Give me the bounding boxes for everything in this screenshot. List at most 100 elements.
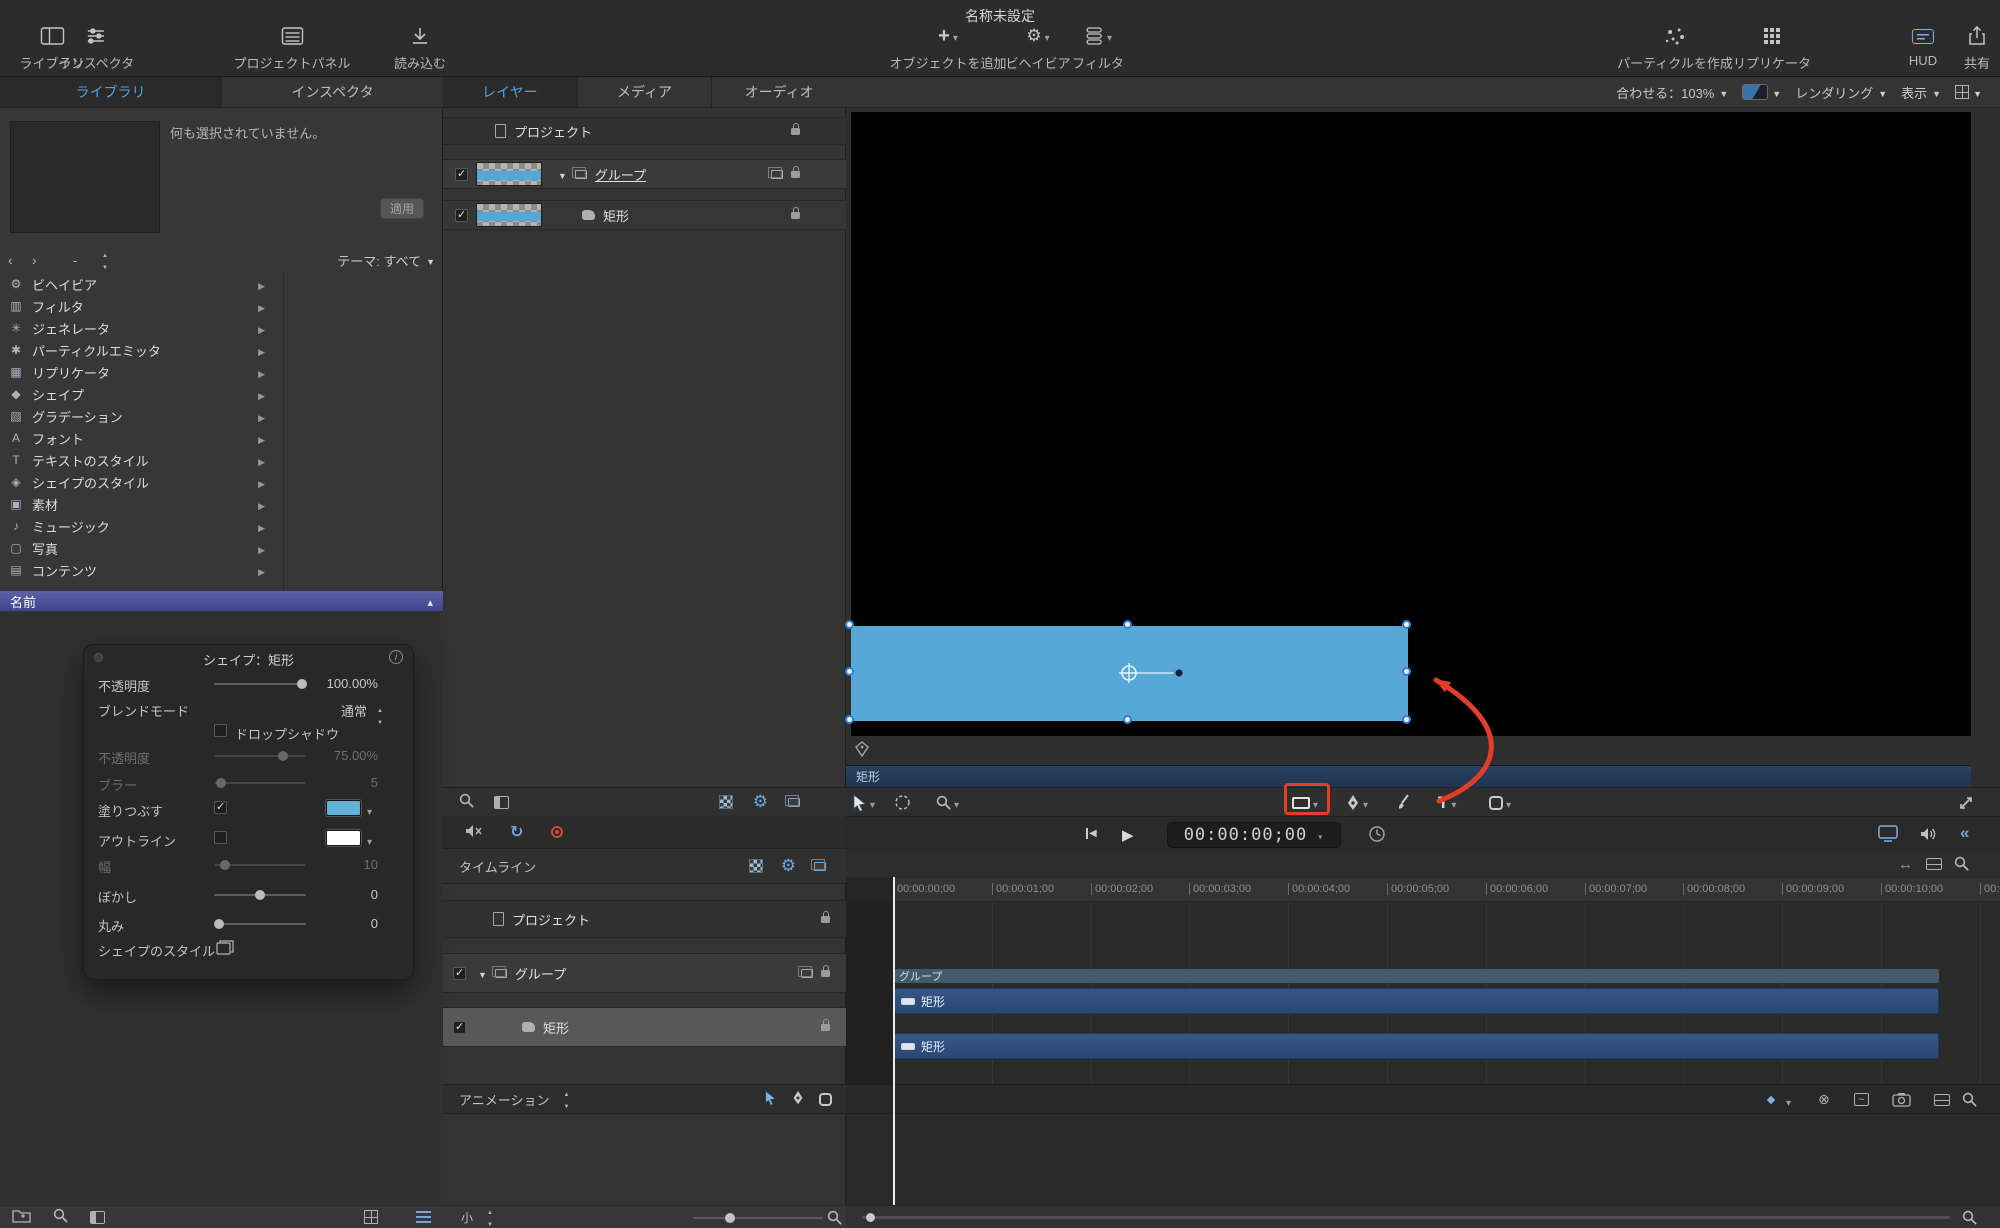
layers-group-row[interactable]: グループ <box>443 159 846 189</box>
mini-timeline-bar[interactable]: 矩形 <box>846 765 1971 787</box>
pen-icon[interactable] <box>791 1090 805 1109</box>
library-category-text-styles[interactable]: Tテキストのスタイル <box>0 449 283 471</box>
keyframe-box-icon[interactable] <box>819 1093 832 1106</box>
inspector-toolbar-button[interactable]: インスペクタ <box>58 22 134 72</box>
film-icon[interactable] <box>1934 1094 1950 1106</box>
library-category-materials[interactable]: ▣素材 <box>0 493 283 515</box>
snapping-icon[interactable] <box>1898 856 1913 873</box>
zoom-icon[interactable] <box>1962 1092 1977 1110</box>
selection-handle[interactable] <box>1123 620 1132 629</box>
save-frame-icon[interactable] <box>1878 825 1898 845</box>
library-category-filters[interactable]: ▥フィルタ <box>0 295 283 317</box>
layers-rect-row[interactable]: 矩形 <box>443 200 846 230</box>
channel-color-well[interactable] <box>1742 84 1781 100</box>
theme-filter-dropdown[interactable]: テーマ: すべて <box>337 251 435 270</box>
rectangle-tool[interactable] <box>1292 788 1318 817</box>
roundness-knob[interactable] <box>214 919 224 929</box>
marker-tag-icon[interactable] <box>854 741 870 760</box>
group-visibility-checkbox[interactable] <box>453 967 466 980</box>
lock-icon[interactable] <box>821 1024 830 1031</box>
isolate-icon[interactable] <box>801 969 813 978</box>
chevron-down-icon[interactable] <box>1786 1093 1791 1109</box>
library-category-shape-styles[interactable]: ◈シェイプのスタイル <box>0 471 283 493</box>
filter-panel-icon[interactable] <box>494 796 509 809</box>
zoom-tool[interactable] <box>936 788 959 817</box>
layers-stack-icon[interactable] <box>814 862 826 871</box>
loop-region-icon[interactable] <box>1960 823 1969 843</box>
lock-icon[interactable] <box>791 128 800 135</box>
search-icon[interactable] <box>53 1208 68 1226</box>
zoom-icon[interactable] <box>1954 856 1969 874</box>
clear-filter-icon[interactable] <box>1818 1091 1830 1108</box>
new-folder-icon[interactable] <box>12 1208 31 1226</box>
add-object-button[interactable]: オブジェクトを追加 <box>889 22 1006 72</box>
lock-icon[interactable] <box>791 212 800 219</box>
isolate-icon[interactable] <box>771 170 783 179</box>
transparency-checker-icon[interactable] <box>719 795 733 809</box>
zoom-icon[interactable] <box>1962 1210 1977 1228</box>
library-category-gradients[interactable]: ▧グラデーション <box>0 405 283 427</box>
selection-handle[interactable] <box>1402 620 1411 629</box>
zoom-icon[interactable] <box>827 1210 842 1228</box>
tab-audio[interactable]: オーディオ <box>712 77 846 107</box>
selection-handle[interactable] <box>845 620 854 629</box>
info-icon[interactable] <box>389 650 403 664</box>
adjust-item-tool[interactable] <box>894 788 911 817</box>
library-category-behaviors[interactable]: ⚙ビヘイビア <box>0 273 283 295</box>
selection-handle[interactable] <box>845 667 854 676</box>
share-button[interactable]: 共有 <box>1964 22 1990 72</box>
tab-library[interactable]: ライブラリ <box>0 77 222 107</box>
search-icon[interactable] <box>459 793 474 811</box>
rect-visibility-checkbox[interactable] <box>455 209 468 222</box>
fullscreen-toggle[interactable] <box>1958 788 1974 817</box>
outline-color-swatch[interactable] <box>326 830 361 846</box>
gear-icon[interactable] <box>781 856 796 876</box>
forward-arrow-icon[interactable]: › <box>32 252 58 268</box>
project-panel-button[interactable]: プロジェクトパネル <box>233 22 350 72</box>
text-tool[interactable] <box>1438 788 1456 817</box>
shape-style-preset-icon[interactable] <box>216 939 234 958</box>
group-visibility-checkbox[interactable] <box>455 168 468 181</box>
behaviors-button[interactable]: ビヘイビア <box>1005 22 1070 72</box>
loop-playback-icon[interactable] <box>510 822 523 842</box>
canvas-viewport[interactable] <box>851 112 1971 736</box>
disclosure-triangle-icon[interactable] <box>478 965 487 981</box>
selection-handle[interactable] <box>1123 715 1132 724</box>
make-particles-button[interactable]: パーティクルを作成 <box>1617 22 1733 72</box>
view-dropdown[interactable]: 表示 <box>1901 83 1941 102</box>
library-category-generators[interactable]: ✳ジェネレータ <box>0 317 283 339</box>
stepper-control[interactable] <box>563 1088 569 1111</box>
play-button[interactable] <box>1122 826 1134 844</box>
back-arrow-icon[interactable]: ‹ <box>8 252 32 268</box>
fill-color-swatch[interactable] <box>326 800 361 816</box>
transparency-checker-icon[interactable] <box>749 859 763 873</box>
stepper-control[interactable] <box>487 1206 493 1228</box>
timeline-project-row[interactable]: プロジェクト <box>443 900 846 938</box>
timeline-bar-rect-1[interactable]: 矩形 <box>893 988 1939 1014</box>
timeline-tracks[interactable]: グループ 矩形 矩形 <box>846 902 2000 1084</box>
timeline-ruler[interactable]: 00:00:00;00 00:00:01;00 00:00:02;00 00:0… <box>846 877 2000 902</box>
lock-icon[interactable] <box>791 171 800 178</box>
speaker-icon[interactable] <box>1920 827 1937 844</box>
apply-button[interactable]: 適用 <box>380 198 424 219</box>
replicator-button[interactable]: リプリケータ <box>1733 22 1811 72</box>
feather-knob[interactable] <box>255 890 265 900</box>
rect-visibility-checkbox[interactable] <box>453 1021 466 1034</box>
select-transform-tool[interactable] <box>852 788 875 817</box>
film-icon[interactable] <box>1926 858 1942 870</box>
mask-tool[interactable] <box>1489 788 1511 817</box>
scrollbar-handle[interactable] <box>866 1213 875 1222</box>
chevron-down-icon[interactable] <box>367 832 372 848</box>
record-icon[interactable] <box>551 826 563 838</box>
group-row-label[interactable]: グループ <box>595 165 646 184</box>
opacity-slider-knob[interactable] <box>297 679 307 689</box>
grid-view-icon[interactable] <box>364 1210 378 1224</box>
selection-handle[interactable] <box>1402 667 1411 676</box>
layout-grid-dropdown[interactable] <box>1955 85 1982 100</box>
drop-shadow-checkbox[interactable] <box>214 724 227 737</box>
tab-inspector[interactable]: インスペクタ <box>222 77 443 107</box>
playhead[interactable] <box>893 877 895 1205</box>
filters-button[interactable]: フィルタ <box>1072 22 1124 72</box>
library-category-music[interactable]: ♪ミュージック <box>0 515 283 537</box>
fill-checkbox[interactable] <box>214 801 227 814</box>
